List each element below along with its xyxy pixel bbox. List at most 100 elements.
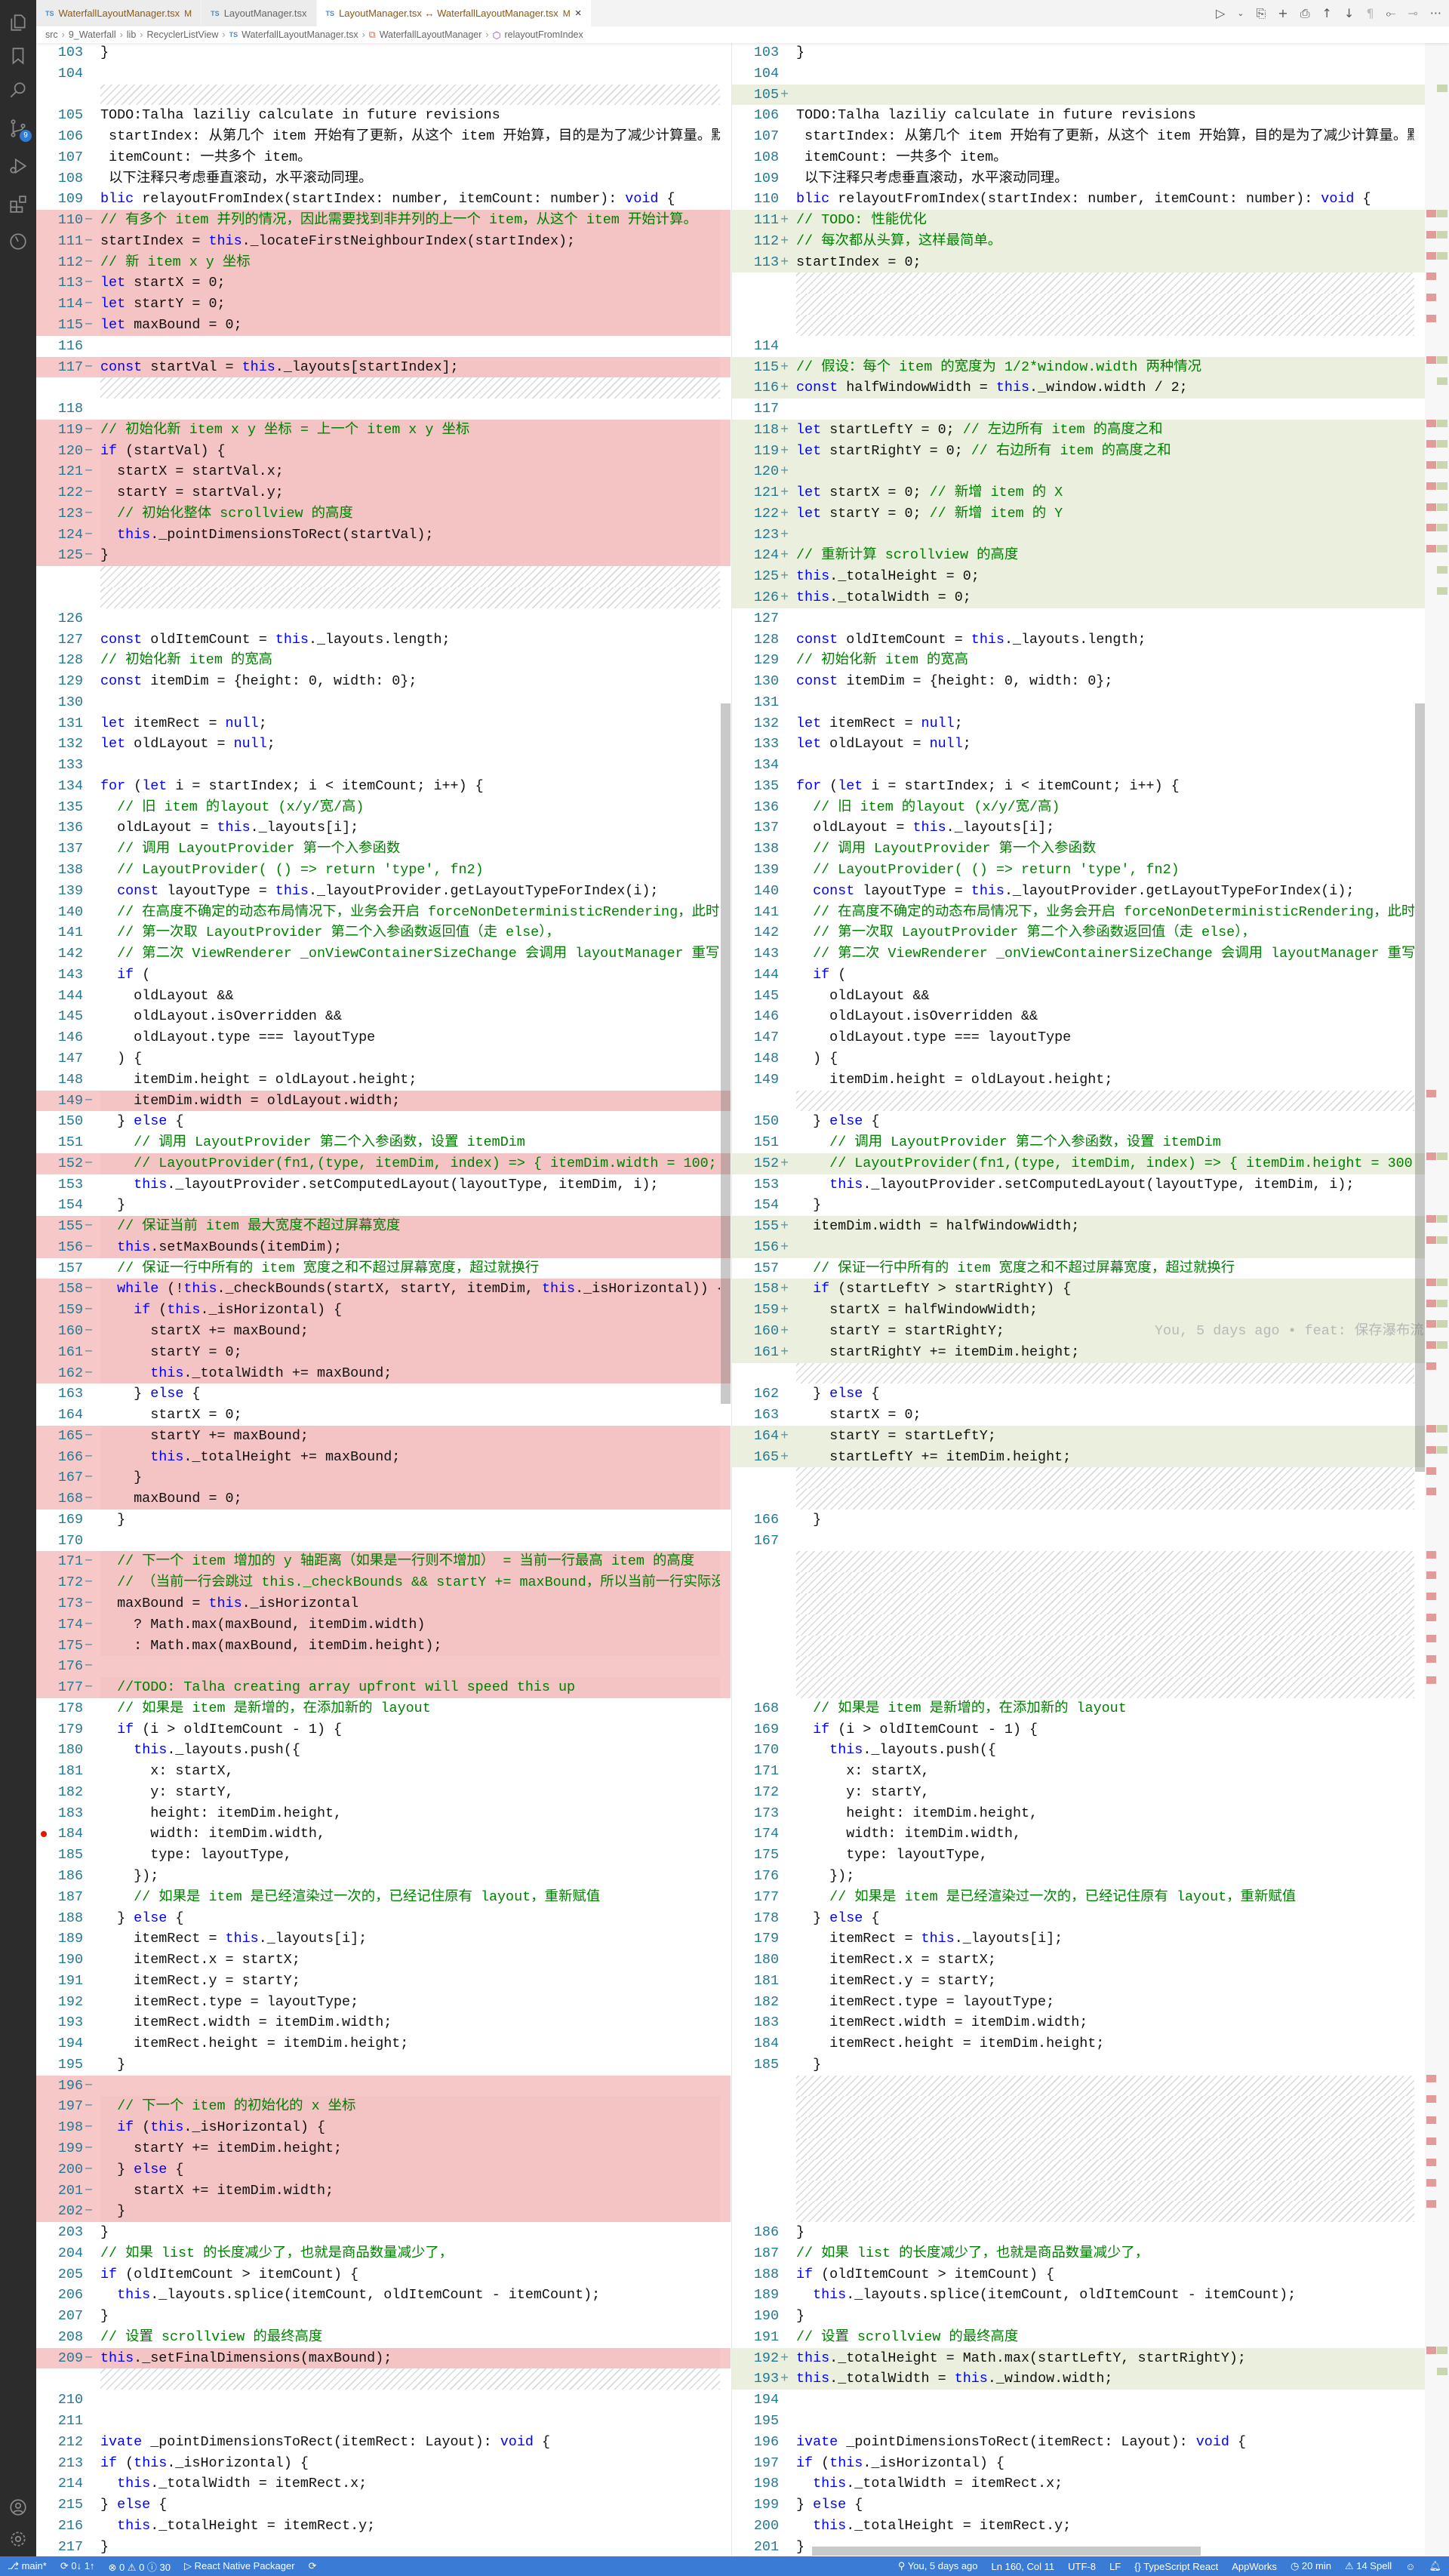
removed-line[interactable]: 159− if (this._isHorizontal) { [36,1300,731,1321]
code-line[interactable]: 183 itemRect.width = itemDim.width; [732,2012,1425,2033]
code-line[interactable]: 173 height: itemDim.height, [732,1803,1425,1824]
code-line[interactable]: 148 itemDim.height = oldLayout.height; [36,1069,731,1091]
removed-line[interactable]: 165− startY += maxBound; [36,1425,731,1447]
code-line[interactable]: 147 ) { [36,1048,731,1069]
removed-line[interactable]: 174− ? Math.max(maxBound, itemDim.width) [36,1614,731,1636]
added-line[interactable]: 111 + // TODO: 性能优化 [732,210,1425,231]
code-line[interactable]: 198 this._totalWidth = itemRect.x; [732,2473,1425,2494]
removed-line[interactable]: 125−} [36,545,731,567]
added-line[interactable]: 112 + // 每次都从头算，这样最简单。 [732,230,1425,252]
code-line[interactable]: 129 const itemDim = {height: 0, width: 0}… [36,671,731,692]
code-line[interactable]: 114 [732,336,1425,357]
code-line[interactable]: 188 } else { [36,1908,731,1929]
code-line[interactable]: 190} [732,2306,1425,2327]
overview-ruler[interactable] [1425,42,1449,2556]
timeline-icon[interactable] [0,225,36,258]
added-line[interactable]: 193 + this._totalWidth = this._window.widt… [732,2368,1425,2390]
code-line[interactable]: 175 type: layoutType, [732,1845,1425,1866]
code-line[interactable]: 163 } else { [36,1383,731,1405]
git-blame-status[interactable]: ⚲ You, 5 days ago [898,2560,978,2572]
code-line[interactable]: 181 itemRect.y = startY; [732,1971,1425,1992]
whitespace-icon[interactable]: ¶ [1366,6,1374,20]
code-line[interactable]: 217} [36,2537,731,2558]
code-line[interactable]: 151 // 调用 LayoutProvider 第二个入参函数，设置 item… [36,1132,731,1153]
breadcrumb-item[interactable]: relayoutFromIndex [505,29,583,40]
code-line[interactable]: 107 itemCount: 一共多个 item。 [36,147,731,168]
added-line[interactable]: 160 + startY = startRightY; You, 5 days ag… [732,1320,1425,1342]
code-line[interactable]: 110 blic relayoutFromIndex(startIndex: nu… [732,189,1425,210]
breadcrumb-item[interactable]: lib [127,29,137,40]
code-line[interactable]: 103} [732,42,1425,63]
removed-line[interactable]: 209− this._setFinalDimensions(maxBound); [36,2347,731,2369]
git-previous-icon[interactable]: ⟜ [1386,6,1396,21]
code-line[interactable]: 200 this._totalHeight = itemRect.y; [732,2516,1425,2537]
added-line[interactable]: 121 + let startX = 0; // 新增 item 的 X [732,482,1425,503]
code-line[interactable]: 134 [732,755,1425,776]
end-of-line[interactable]: LF [1109,2561,1121,2572]
added-line[interactable]: 116 + const halfWindowWidth = this._window… [732,377,1425,399]
chevron-down-icon[interactable]: ⌄ [1237,8,1244,18]
breadcrumb-item[interactable]: WaterfallLayoutManager.tsx [242,29,358,40]
code-line[interactable]: 137 // 调用 LayoutProvider 第一个入参函数 [36,839,731,860]
code-line[interactable]: 153 this._layoutProvider.setComputedLayo… [732,1174,1425,1196]
settings-gear-icon[interactable] [0,2522,36,2556]
removed-line[interactable]: 171− // 下一个 item 增加的 y 轴距离（如果是一行则不增加） = … [36,1551,731,1573]
removed-line[interactable]: 161− startY = 0; [36,1341,731,1363]
code-line[interactable]: 106 TODO:Talha laziliy calculate in futur… [732,105,1425,126]
removed-line[interactable]: 149− itemDim.width = oldLayout.width; [36,1090,731,1112]
code-line[interactable]: 143 // 第二次 ViewRenderer _onViewContainer… [732,943,1425,965]
removed-line[interactable]: 152− // LayoutProvider(fn1,(type, itemDi… [36,1153,731,1174]
removed-line[interactable]: 158− while (!this._checkBounds(startX, s… [36,1279,731,1300]
timer[interactable]: ◷ 20 min [1291,2560,1331,2572]
code-line[interactable]: 135 for (let i = startIndex; i < itemCoun… [732,776,1425,797]
code-line[interactable]: 179 itemRect = this._layouts[i]; [732,1928,1425,1950]
added-line[interactable]: 119 + let startRightY = 0; // 右边所有 item 的高… [732,440,1425,462]
code-line[interactable]: 130 [36,692,731,713]
code-line[interactable]: 140 // 在高度不确定的动态布局情况下，业务会开启 forceNonDete… [36,902,731,923]
breadcrumb-item[interactable]: RecyclerListView [146,29,218,40]
code-line[interactable]: 186} [732,2222,1425,2243]
removed-line[interactable]: 156− this.setMaxBounds(itemDim); [36,1236,731,1258]
added-line[interactable]: 118 + let startLeftY = 0; // 左边所有 item 的高度… [732,419,1425,441]
removed-line[interactable]: 162− this._totalWidth += maxBound; [36,1362,731,1384]
added-line[interactable]: 164 + startY = startLeftY; [732,1425,1425,1447]
cursor-position[interactable]: Ln 160, Col 11 [992,2561,1055,2572]
code-line[interactable]: 194 [732,2390,1425,2411]
code-line[interactable]: 150 } else { [36,1111,731,1132]
removed-line[interactable]: 155− // 保证当前 item 最大宽度不超过屏幕宽度 [36,1216,731,1237]
code-line[interactable]: 117 [732,399,1425,420]
code-line[interactable]: 127 [732,608,1425,629]
right-scrollbar-thumb[interactable] [1415,703,1425,1472]
diff-modified-pane[interactable]: 103} 104 105 +106 TODO:Talha laziliy calcula… [731,42,1425,2558]
added-line[interactable]: 126 + this._totalWidth = 0; [732,587,1425,608]
code-line[interactable]: 108 以下注释只考虑垂直滚动，水平滚动同理。 [36,168,731,189]
code-line[interactable]: 191 itemRect.y = startY; [36,1971,731,1992]
code-line[interactable]: 192 itemRect.type = layoutType; [36,1992,731,2013]
code-line[interactable]: 132 let oldLayout = null; [36,734,731,755]
code-line[interactable]: 151 // 调用 LayoutProvider 第二个入参函数，设置 item… [732,1132,1425,1153]
code-line[interactable]: 138 // LayoutProvider( () => return 'typ… [36,860,731,881]
removed-line[interactable]: 119−// 初始化新 item x y 坐标 = 上一个 item x y 坐… [36,419,731,441]
code-line[interactable]: 170 [36,1531,731,1552]
removed-line[interactable]: 175− : Math.max(maxBound, itemDim.height… [36,1635,731,1657]
code-line[interactable]: 211 [36,2411,731,2432]
removed-line[interactable]: 113− let startX = 0; [36,272,731,294]
code-line[interactable]: 104 [36,63,731,85]
language-mode[interactable]: {} TypeScript React [1134,2561,1218,2572]
code-line[interactable]: 203} [36,2222,731,2243]
added-line[interactable]: 156 + [732,1236,1425,1258]
code-line[interactable]: 116 [36,336,731,357]
code-line[interactable]: 189 this._layouts.splice(itemCount, oldI… [732,2285,1425,2306]
code-line[interactable]: 129 // 初始化新 item 的宽高 [732,650,1425,671]
code-line[interactable]: 141 // 第一次取 LayoutProvider 第二个入参函数返回值（走 … [36,922,731,943]
code-line[interactable]: 210 [36,2390,731,2411]
code-line[interactable]: 180 this._layouts.push({ [36,1740,731,1761]
breadcrumb-item[interactable]: 9_Waterfall [69,29,116,40]
added-line[interactable]: 115 + // 假设：每个 item 的宽度为 1/2*window.width … [732,356,1425,378]
encoding[interactable]: UTF-8 [1068,2561,1096,2572]
code-line[interactable]: 135 // 旧 item 的layout (x/y/宽/高) [36,797,731,818]
tab-diff-view[interactable]: TS LayoutManager.tsx ↔ WaterfallLayoutMan… [316,0,592,26]
feedback-icon[interactable]: ☺ [1405,2561,1415,2572]
run-icon[interactable]: ▷ [1216,6,1225,20]
code-line[interactable]: 131 [732,692,1425,713]
